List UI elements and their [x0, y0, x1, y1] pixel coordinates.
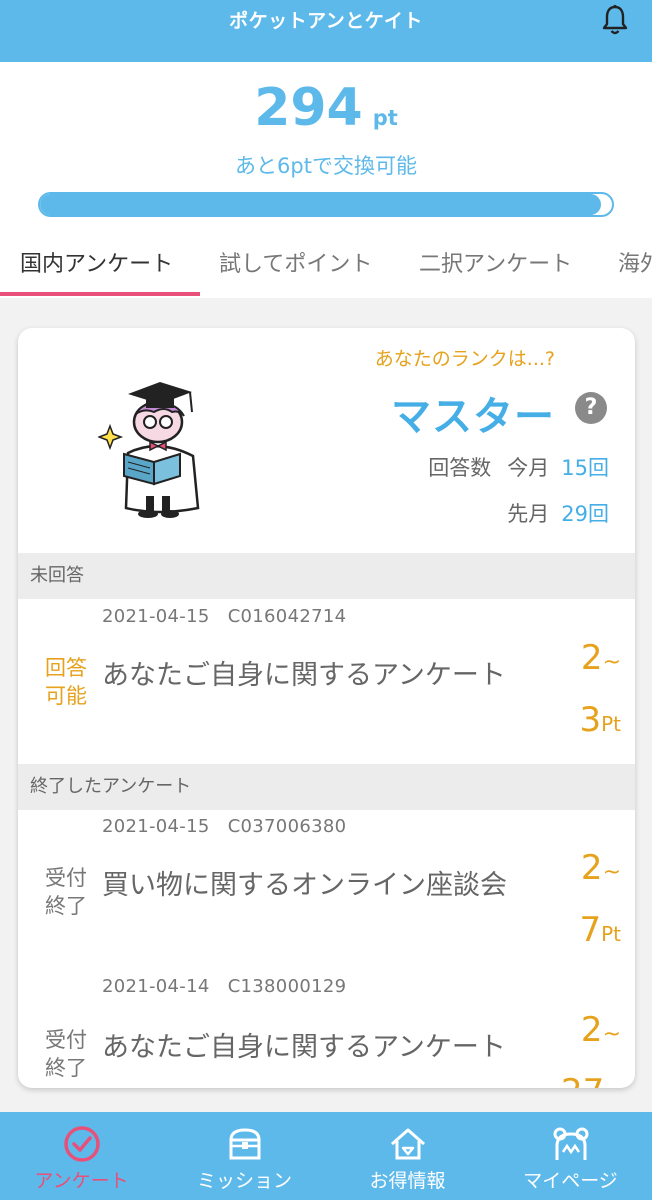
nav-label: お得情報 [369, 1170, 446, 1192]
survey-points: 2~ 3Pt [579, 638, 621, 740]
bear-face-icon [553, 1127, 588, 1160]
tab-overseas[interactable]: 海外 [618, 246, 652, 278]
status-line: 可能 [45, 684, 87, 708]
survey-points: 2~ 27Pt [561, 1002, 624, 1088]
survey-status: 受付 終了 [42, 864, 90, 920]
survey-date: 2021-04-15 [102, 816, 210, 837]
nav-mypage[interactable]: マイページ [489, 1112, 652, 1200]
pt-min: 2 [580, 848, 603, 888]
mascot-graduate-illustration [98, 382, 200, 518]
nav-deals[interactable]: お得情報 [326, 1112, 489, 1200]
status-line: 終了 [45, 1056, 87, 1080]
pt-max: 7 [579, 910, 602, 950]
active-tab-indicator [0, 292, 200, 296]
section-finished: 終了したアンケート [18, 764, 635, 810]
bell-icon[interactable] [600, 4, 630, 36]
survey-title[interactable]: あなたご自身に関するアンケート [102, 658, 522, 694]
survey-card: あなたのランクは...? マスター ? 回答数 今月 15回 先月 29回 未回答 2… [18, 328, 635, 1088]
points-progress-bar [38, 192, 614, 217]
last-month-value: 29回 [561, 502, 609, 526]
survey-code: C138000129 [227, 976, 347, 997]
survey-code: C037006380 [227, 816, 347, 837]
rank-question: あなたのランクは...? [374, 348, 555, 370]
survey-code: C016042714 [227, 606, 347, 627]
tab-trial-points[interactable]: 試してポイント [219, 246, 372, 278]
app-title: ポケットアンとケイト [229, 10, 423, 32]
survey-date: 2021-04-14 [102, 976, 210, 997]
pt-max: 27 [561, 1072, 604, 1088]
app-header: ポケットアンとケイト [0, 0, 652, 62]
survey-meta: 2021-04-14 C138000129 [102, 976, 346, 997]
nav-label: マイページ [523, 1170, 618, 1192]
nav-label: ミッション [196, 1170, 292, 1192]
survey-date: 2021-04-15 [102, 606, 210, 627]
survey-category-tabs: 国内アンケート 試してポイント 二択アンケート 海外 [0, 236, 652, 296]
pt-min: 2 [580, 1010, 603, 1050]
points-unit: pt [372, 106, 398, 130]
status-line: 回答 [45, 656, 87, 680]
treasure-chest-icon [228, 1128, 261, 1160]
check-circle-icon [63, 1126, 100, 1162]
points-progress-fill [40, 194, 601, 215]
survey-status: 受付 終了 [42, 1026, 90, 1082]
survey-title[interactable]: 買い物に関するオンライン座談会 [102, 868, 522, 904]
nav-mission[interactable]: ミッション [163, 1112, 326, 1200]
answers-last-month: 先月 29回 [507, 498, 609, 528]
pt-unit: Pt [604, 1084, 624, 1088]
bottom-navigation: アンケート ミッション お得情報 マイページ [0, 1112, 652, 1200]
rank-name: マスター [391, 394, 555, 440]
status-line: 終了 [45, 894, 87, 918]
survey-meta: 2021-04-15 C016042714 [102, 606, 346, 627]
tab-binary-survey[interactable]: 二択アンケート [419, 246, 572, 278]
tab-domestic-survey[interactable]: 国内アンケート [20, 246, 173, 278]
pt-unit: Pt [601, 922, 621, 946]
answers-label: 回答数 [428, 456, 492, 480]
points-value: 294 [254, 78, 363, 138]
status-line: 受付 [45, 866, 87, 890]
this-month-label: 今月 [507, 456, 550, 480]
pt-max: 3 [579, 700, 602, 740]
pt-unit: Pt [601, 712, 621, 736]
survey-meta: 2021-04-15 C037006380 [102, 816, 346, 837]
survey-points: 2~ 7Pt [579, 848, 621, 950]
home-discount-icon [390, 1128, 425, 1160]
survey-title[interactable]: あなたご自身に関するアンケート [102, 1030, 522, 1066]
last-month-label: 先月 [507, 502, 550, 526]
survey-status: 回答 可能 [42, 654, 90, 710]
pt-min: 2 [580, 638, 603, 678]
nav-survey[interactable]: アンケート [0, 1112, 163, 1200]
points-display: 294 pt [0, 78, 652, 138]
status-line: 受付 [45, 1028, 87, 1052]
nav-label: アンケート [34, 1170, 129, 1192]
section-unanswered: 未回答 [18, 553, 635, 599]
answers-this-month: 回答数 今月 15回 [428, 452, 609, 482]
exchange-status-text: あと6ptで交換可能 [235, 154, 417, 178]
question-icon[interactable]: ? [575, 392, 607, 424]
this-month-value: 15回 [561, 456, 609, 480]
